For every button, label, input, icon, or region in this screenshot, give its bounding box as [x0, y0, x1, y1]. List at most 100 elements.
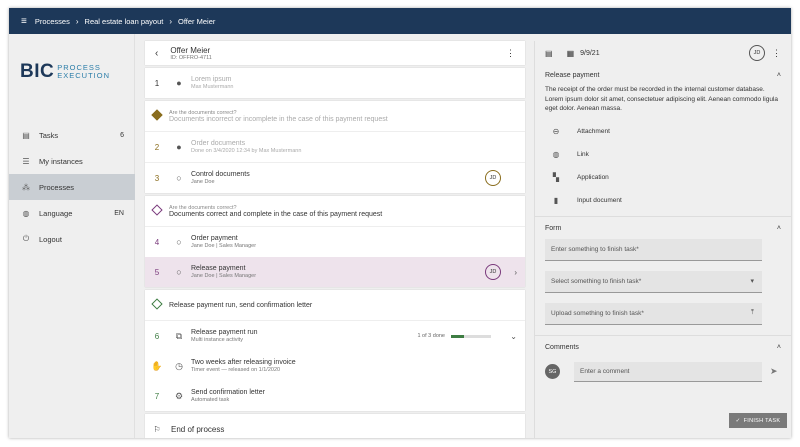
chevron-up-icon[interactable]: ˄ [777, 225, 781, 232]
progress-bar [451, 334, 491, 338]
sidebar-item-language[interactable]: ◍ Language EN [9, 200, 135, 226]
sidebar-item-logout[interactable]: ⏻ Logout [9, 226, 135, 252]
back-arrow-icon[interactable]: ‹ [155, 48, 158, 59]
step-row-selected[interactable]: 5 ○ Release payment Jane Doe | Sales Man… [145, 257, 525, 287]
progress-fill [451, 334, 465, 338]
attachment-label: Attachment [577, 127, 610, 135]
section-header-comments[interactable]: Comments ˄ [535, 338, 791, 358]
gateway-card-2: Are the documents correct? Documents cor… [145, 196, 525, 287]
step-row[interactable]: 6 ⧉ Release payment run Multi instance a… [145, 321, 525, 351]
step-row[interactable]: 7 ⚙ Send confirmation letter Automated t… [145, 381, 525, 411]
comment-input[interactable]: Enter a comment [574, 361, 762, 382]
globe-icon: ◍ [22, 208, 30, 218]
robot-icon: ⚙ [174, 390, 184, 401]
step-title: Order documents [191, 140, 246, 147]
sidebar-item-processes[interactable]: ⁂ Processes [9, 174, 135, 200]
finish-task-label: FINISH TASK [743, 417, 781, 424]
more-vert-icon[interactable]: ⋮ [506, 48, 515, 59]
sidebar-item-label: Processes [39, 182, 75, 192]
apps-icon: ▚ [552, 172, 560, 182]
app-window: ≡ Processes › Real estate loan payout › … [9, 8, 791, 438]
step-title: Release payment [191, 265, 246, 272]
comment-placeholder: Enter a comment [580, 367, 630, 375]
chevron-right-icon: › [169, 16, 173, 26]
radio-empty-icon: ○ [176, 237, 182, 247]
section-header-task[interactable]: Release payment ˄ [535, 65, 791, 85]
step-title: Lorem ipsum [191, 76, 232, 83]
check-circle-icon: ● [176, 78, 182, 88]
sidebar-nav: ▤ Tasks 6 ☰ My instances ⁂ Processes ◍ L… [9, 122, 135, 252]
gateway-card-1: Are the documents correct? Documents inc… [145, 101, 525, 193]
step-row[interactable]: 1 ● Lorem ipsum Max Mustermann [145, 68, 525, 98]
step-number: 6 [154, 331, 160, 341]
task-input-field[interactable]: Enter something to finish task* [545, 238, 762, 261]
globe-icon: ◍ [552, 149, 560, 159]
step-row[interactable]: 4 ○ Order payment Jane Doe | Sales Manag… [145, 227, 525, 257]
input-document-item[interactable]: ▮ Input document [549, 189, 791, 212]
step-number: 2 [154, 142, 160, 152]
logo-line2: EXECUTION [57, 71, 110, 80]
step-title: Send confirmation letter [191, 389, 265, 396]
avatar[interactable]: JD [485, 264, 501, 280]
step-subtitle: Jane Doe [191, 179, 215, 185]
process-title: Offer Meier [170, 45, 211, 55]
breadcrumb-item-current: Offer Meier [178, 16, 216, 26]
sidebar-item-my-instances[interactable]: ☰ My instances [9, 148, 135, 174]
gateway-row[interactable]: Are the documents correct? Documents cor… [145, 196, 525, 226]
section-header-form[interactable]: Form ˄ [535, 219, 791, 239]
application-label: Application [577, 173, 609, 181]
send-icon[interactable]: ➤ [770, 366, 778, 377]
breadcrumb-item-processes[interactable]: Processes [35, 17, 70, 26]
application-item[interactable]: ▚ Application [549, 166, 791, 189]
step-number: 4 [154, 237, 160, 247]
avatar[interactable]: JD [485, 170, 501, 186]
end-row: ⚐ End of process [145, 414, 525, 438]
input-placeholder: Enter something to finish task* [551, 245, 639, 253]
step-row[interactable]: ✋ ◷ Two weeks after releasing invoice Ti… [145, 351, 525, 381]
calendar-icon[interactable]: ▦ [567, 49, 575, 58]
end-card: ⚐ End of process [145, 414, 525, 438]
sidebar-item-tasks[interactable]: ▤ Tasks 6 [9, 122, 135, 148]
document-icon: ▮ [553, 195, 559, 205]
process-timeline: ‹ Offer Meier ID: OFFRO-4711 ⋮ 1 ● Lorem… [145, 41, 525, 438]
chevron-right-icon: › [75, 16, 79, 26]
due-date[interactable]: 9/9/21 [580, 50, 599, 57]
detail-toolbar: ▤ ▦ 9/9/21 JD ⋮ [535, 41, 791, 65]
clipboard-icon: ▤ [545, 48, 553, 58]
attachment-item[interactable]: ⊖ Attachment [549, 120, 791, 143]
top-bar: ≡ Processes › Real estate loan payout › … [9, 8, 791, 34]
task-upload-field[interactable]: Upload something to finish task* ⤒ [545, 302, 762, 325]
chevron-up-icon[interactable]: ˄ [777, 344, 781, 351]
step-subtitle: Timer event — released on 1/1/2020 [191, 367, 281, 373]
avatar[interactable]: JD [749, 45, 765, 61]
chevron-up-icon[interactable]: ˄ [777, 72, 781, 79]
gateway-row[interactable]: Release payment run, send confirmation l… [145, 290, 525, 320]
radio-empty-icon: ○ [176, 267, 182, 277]
more-vert-icon[interactable]: ⋮ [772, 48, 781, 59]
chevron-down-icon[interactable]: ⌄ [510, 332, 517, 341]
step-number: 3 [154, 173, 160, 183]
link-item[interactable]: ◍ Link [549, 143, 791, 166]
step-number: 5 [154, 267, 160, 277]
sidebar-item-label: Language [39, 208, 73, 218]
menu-icon[interactable]: ≡ [21, 16, 27, 27]
section-title: Form [545, 225, 562, 232]
gateway-icon [145, 298, 169, 310]
step-number: 1 [154, 78, 160, 88]
progress-text: 1 of 3 done [417, 333, 445, 339]
detail-panel: ▤ ▦ 9/9/21 JD ⋮ Release payment ˄ The re… [534, 41, 791, 438]
dropdown-arrow-icon: ▾ [750, 278, 754, 285]
section-title: Comments [545, 344, 579, 351]
step-title: Order payment [191, 235, 238, 242]
step-row[interactable]: 2 ● Order documents Done on 3/4/2020 12:… [145, 132, 525, 162]
process-id: ID: OFFRO-4711 [170, 54, 212, 61]
logo-sub: PROCESS EXECUTION [57, 64, 110, 80]
gateway-icon [145, 109, 169, 121]
step-row[interactable]: 3 ○ Control documents Jane Doe JD [145, 163, 525, 193]
breadcrumb-item-process[interactable]: Real estate loan payout [85, 17, 164, 26]
gateway-row[interactable]: Are the documents correct? Documents inc… [145, 101, 525, 131]
task-select-field[interactable]: Select something to finish task* ▾ [545, 270, 762, 293]
chevron-right-icon[interactable]: › [514, 268, 517, 277]
finish-task-button[interactable]: ✓ FINISH TASK [729, 413, 787, 428]
upload-icon[interactable]: ⤒ [751, 309, 754, 317]
